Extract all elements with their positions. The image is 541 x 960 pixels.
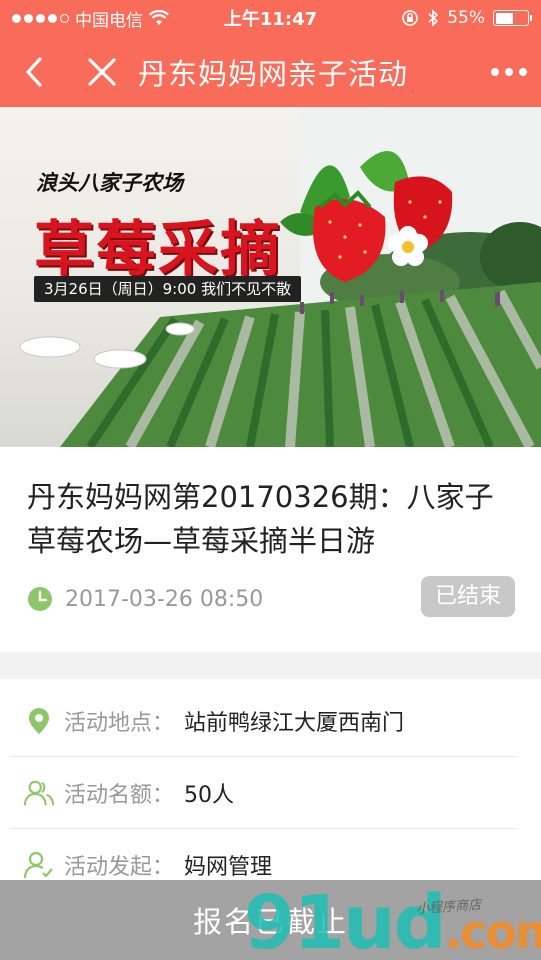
location-pin-icon — [29, 707, 49, 734]
event-time-row: 2017-03-26 08:50 — [27, 586, 263, 612]
nav-bar: 丹东妈妈网亲子活动 — [0, 36, 541, 107]
rotation-lock-icon — [402, 10, 419, 26]
banner-date: 3月26日（周日）9:00 我们不见不散 — [34, 276, 302, 302]
detail-label: 活动名额： — [64, 782, 175, 808]
page-title: 丹东妈妈网亲子活动 — [138, 56, 409, 91]
signal-strength-icon — [12, 13, 69, 23]
detail-value: 50人 — [184, 782, 235, 808]
users-icon — [24, 780, 54, 805]
chevron-left-icon — [26, 56, 42, 87]
wifi-icon — [149, 10, 169, 25]
status-bar: 中国电信 上午11:47 55% — [0, 0, 541, 36]
battery-icon — [493, 10, 532, 26]
watermark-brand: 91ud — [244, 880, 447, 960]
event-info-card: 丹东妈妈网第20170326期：八家子草莓农场—草莓采摘半日游 2017-03-… — [0, 447, 541, 652]
close-icon — [88, 57, 116, 86]
battery-percent: 55% — [447, 8, 485, 28]
detail-value: 妈网管理 — [184, 854, 273, 880]
status-badge: 已结束 — [420, 576, 515, 617]
carrier-name: 中国电信 — [75, 10, 143, 31]
event-title: 丹东妈妈网第20170326期：八家子草莓农场—草莓采摘半日游 — [27, 480, 494, 558]
bluetooth-icon — [428, 9, 439, 27]
back-button[interactable] — [14, 52, 54, 92]
banner-headline: 草莓采摘 — [34, 215, 282, 285]
watermark-logo: 91ud.com — [244, 886, 541, 960]
top-bar: 中国电信 上午11:47 55% 丹东妈妈网亲子活动 — [0, 0, 541, 107]
more-dots-icon — [491, 67, 499, 76]
detail-label: 活动发起： — [64, 854, 175, 880]
event-datetime: 2017-03-26 08:50 — [65, 586, 264, 612]
banner-farm-name: 浪头八家子农场 — [36, 171, 183, 195]
event-banner-image: 浪头八家子农场 草莓采摘 3月26日（周日）9:00 我们不见不散 — [0, 107, 541, 447]
close-button[interactable] — [82, 52, 122, 92]
detail-row-quota: 活动名额： 50人 — [10, 757, 517, 829]
clock-icon — [28, 587, 52, 611]
detail-value: 站前鸭绿江大厦西南门 — [184, 710, 405, 736]
more-button[interactable] — [491, 67, 527, 76]
detail-row-location: 活动地点： 站前鸭绿江大厦西南门 — [10, 685, 517, 757]
user-check-icon — [24, 851, 53, 878]
detail-label: 活动地点： — [64, 710, 175, 736]
